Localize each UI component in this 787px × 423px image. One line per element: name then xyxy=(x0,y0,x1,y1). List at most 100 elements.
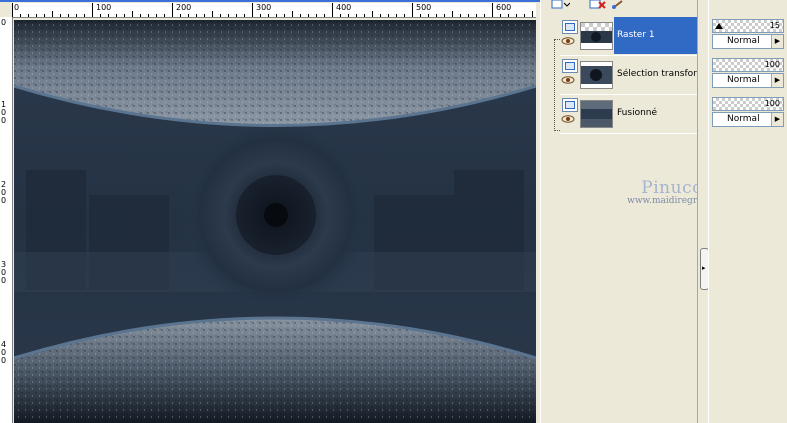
ruler-label: 500 xyxy=(416,3,432,12)
ruler-label: 0 xyxy=(14,3,20,12)
ruler-tick xyxy=(476,14,477,17)
ruler-label: 0 xyxy=(1,116,7,125)
ruler-label: 0 xyxy=(1,196,7,205)
ruler-tick xyxy=(52,11,53,17)
blend-mode-select[interactable]: Normal ▶ xyxy=(712,73,784,88)
ruler-tick xyxy=(452,11,453,17)
layer-name-box[interactable]: Sélection transformé xyxy=(614,56,711,93)
ruler-tick xyxy=(228,14,229,17)
new-layer-button[interactable] xyxy=(550,0,571,9)
ruler-corner xyxy=(0,3,12,17)
ruler-tick xyxy=(468,14,469,17)
layer-name-box[interactable]: Raster 1 xyxy=(614,17,704,54)
ruler-tick xyxy=(284,14,285,17)
ruler-tick xyxy=(420,14,421,17)
chevron-right-icon[interactable]: ▶ xyxy=(771,74,783,87)
blend-mode-select[interactable]: Normal ▶ xyxy=(712,34,784,49)
ruler-tick xyxy=(196,14,197,17)
layer-list: Raster 1 Sélection transformé Fusionné xyxy=(554,17,711,423)
ruler-tick xyxy=(396,14,397,17)
title-accent-strip xyxy=(0,0,540,2)
ruler-tick xyxy=(236,14,237,17)
layer-name: Raster 1 xyxy=(617,30,655,40)
ruler-tick xyxy=(316,14,317,17)
opacity-slider[interactable]: 100 xyxy=(712,58,784,72)
ruler-tick xyxy=(372,11,373,17)
layer-icon xyxy=(562,20,578,34)
chevron-right-icon[interactable]: ▶ xyxy=(771,35,783,48)
chevron-right-icon[interactable]: ▶ xyxy=(771,113,783,126)
ruler-tick xyxy=(292,11,293,17)
ruler-tick xyxy=(532,11,533,17)
layer-properties-column: 15 Normal ▶ 100 Normal ▶ 100 Normal ▶ xyxy=(708,0,787,423)
ruler-label: 200 xyxy=(176,3,192,12)
layer-row-fusionne[interactable]: Fusionné xyxy=(560,95,704,134)
ruler-tick xyxy=(188,14,189,17)
layer-row-raster-1[interactable]: Raster 1 xyxy=(560,17,704,56)
canvas-artwork xyxy=(14,20,536,423)
ruler-tick xyxy=(436,14,437,17)
ruler-tick xyxy=(84,14,85,17)
eye-icon[interactable] xyxy=(561,37,575,45)
ruler-tick xyxy=(508,14,509,17)
ruler-tick xyxy=(428,14,429,17)
ruler-tick xyxy=(36,14,37,17)
ruler-tick xyxy=(364,14,365,17)
layer-props-selection: 100 Normal ▶ xyxy=(712,56,787,92)
image-canvas[interactable] xyxy=(14,20,536,423)
brush-button[interactable] xyxy=(610,0,630,9)
ruler-tick xyxy=(412,3,413,17)
ruler-label: 400 xyxy=(336,3,352,12)
ruler-label: 600 xyxy=(496,3,512,12)
layer-thumbnail xyxy=(580,100,613,128)
ruler-tick xyxy=(356,14,357,17)
ruler-tick xyxy=(132,11,133,17)
palette-scroll-track xyxy=(697,0,708,423)
blend-mode-select[interactable]: Normal ▶ xyxy=(712,112,784,127)
ruler-tick xyxy=(12,3,13,17)
vertical-ruler: 0 1 0 0 2 0 0 3 0 0 4 0 0 xyxy=(0,17,13,423)
layer-thumbnail xyxy=(580,22,613,50)
ruler-tick xyxy=(180,14,181,17)
ruler-tick xyxy=(388,14,389,17)
ruler-tick xyxy=(492,3,493,17)
ruler-tick xyxy=(444,14,445,17)
opacity-slider[interactable]: 15 xyxy=(712,19,784,33)
ruler-tick xyxy=(28,14,29,17)
ruler-tick xyxy=(252,3,253,17)
ruler-tick xyxy=(20,14,21,17)
ruler-tick xyxy=(116,14,117,17)
ruler-tick xyxy=(212,11,213,17)
ruler-tick xyxy=(340,14,341,17)
opacity-slider[interactable]: 100 xyxy=(712,97,784,111)
ruler-tick xyxy=(60,14,61,17)
ruler-tick xyxy=(220,14,221,17)
ruler-tick xyxy=(500,14,501,17)
ruler-tick xyxy=(260,14,261,17)
delete-layer-button[interactable] xyxy=(588,0,608,9)
opacity-marker[interactable] xyxy=(715,23,723,29)
ruler-tick xyxy=(68,14,69,17)
ruler-tick xyxy=(204,14,205,17)
layer-name-box[interactable]: Fusionné xyxy=(614,95,704,132)
ruler-label: 0 xyxy=(1,356,7,365)
ruler-tick xyxy=(92,3,93,17)
ruler-tick xyxy=(148,14,149,17)
delete-layer-icon xyxy=(589,0,606,9)
layer-props-raster-1: 15 Normal ▶ xyxy=(712,17,787,53)
blend-mode-value: Normal xyxy=(727,114,760,124)
ruler-tick xyxy=(108,14,109,17)
ruler-tick xyxy=(300,14,301,17)
ruler-tick xyxy=(140,14,141,17)
layer-row-selection[interactable]: Sélection transformé xyxy=(560,56,711,95)
eye-icon[interactable] xyxy=(561,76,575,84)
layer-thumbnail xyxy=(580,61,613,89)
ruler-tick xyxy=(172,3,173,17)
ruler-tick xyxy=(244,14,245,17)
chevron-right-icon: ▸ xyxy=(702,264,706,272)
layer-icon xyxy=(562,98,578,112)
eye-icon[interactable] xyxy=(561,115,575,123)
ruler-tick xyxy=(124,14,125,17)
opacity-value: 100 xyxy=(764,60,780,69)
layer-props-fusionne: 100 Normal ▶ xyxy=(712,95,787,131)
